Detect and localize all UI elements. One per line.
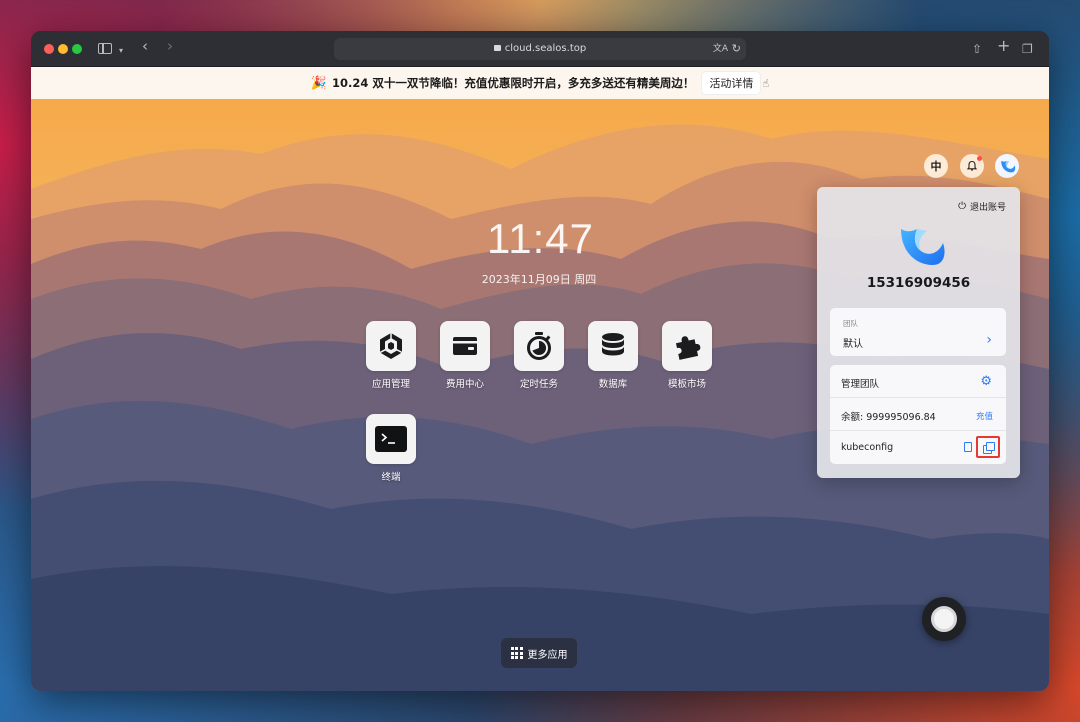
logout-label: 退出账号 xyxy=(969,203,1006,213)
database-tile[interactable] xyxy=(588,321,638,371)
party-icon: 🎉 xyxy=(310,75,328,91)
sidebar-toggle-icon[interactable] xyxy=(98,43,112,54)
maximize-window-button[interactable] xyxy=(72,44,82,54)
click-cursor-icon: ☝ xyxy=(762,76,770,90)
app-scheduled-tasks[interactable]: 定时任务 xyxy=(504,321,574,390)
minimize-window-button[interactable] xyxy=(58,44,68,54)
more-apps-label: 更多应用 xyxy=(527,649,568,661)
balance-text: 余额: 999995096.84 xyxy=(841,412,936,423)
account-phone: 15316909456 xyxy=(866,275,971,291)
chevron-right-icon: › xyxy=(986,332,992,348)
app-manage-icon xyxy=(379,333,403,359)
manage-team-label: 管理团队 xyxy=(841,379,880,390)
back-icon[interactable]: ‹ xyxy=(142,39,148,54)
power-icon: ⏻ xyxy=(958,201,966,212)
notification-button[interactable] xyxy=(960,154,984,178)
team-caption: 团队 xyxy=(843,319,858,328)
app-label: 模板市场 xyxy=(667,379,706,390)
grid-icon xyxy=(510,647,523,659)
app-label: 定时任务 xyxy=(519,379,558,390)
copy-kubeconfig-button[interactable] xyxy=(976,436,1000,458)
balance-row: 余额: 999995096.84 充值 xyxy=(830,398,1006,431)
billing-center-tile[interactable] xyxy=(440,321,490,371)
app-label: 数据库 xyxy=(598,379,628,390)
browser-window: ▾ ‹ › cloud.sealos.top 文A ↻ ⇧ + ❐ 🎉 10.2… xyxy=(31,31,1049,691)
chevron-down-icon[interactable]: ▾ xyxy=(119,44,123,58)
kubeconfig-label: kubeconfig xyxy=(841,442,894,453)
timer-icon xyxy=(527,332,551,360)
gear-icon[interactable]: ⚙ xyxy=(980,374,992,389)
app-terminal[interactable]: 终端 xyxy=(356,414,426,483)
account-info-card: 管理团队 ⚙ 余额: 999995096.84 充值 kubeconfig xyxy=(830,365,1006,464)
app-app-management[interactable]: 应用管理 xyxy=(356,321,426,390)
app-database[interactable]: 数据库 xyxy=(578,321,648,390)
template-market-tile[interactable] xyxy=(662,321,712,371)
puzzle-icon xyxy=(675,336,701,360)
database-icon xyxy=(602,333,624,356)
app-label: 费用中心 xyxy=(445,379,484,390)
user-avatar-button[interactable] xyxy=(995,154,1019,178)
app-management-tile[interactable] xyxy=(366,321,416,371)
activity-details-button[interactable]: 活动详情 xyxy=(702,72,761,94)
desktop-date: 2023年11月09日 周四 xyxy=(481,273,597,286)
more-apps-button[interactable]: 更多应用 xyxy=(501,638,577,668)
reload-icon[interactable]: ↻ xyxy=(732,38,741,60)
bell-icon xyxy=(966,160,978,171)
app-label: 应用管理 xyxy=(371,379,410,390)
promo-text: 10.24 双十一双节降临！充值优惠限时开启，多充多送还有精美周边！ xyxy=(332,76,695,90)
forward-icon[interactable]: › xyxy=(167,39,173,54)
lock-icon xyxy=(493,45,501,51)
address-bar[interactable]: cloud.sealos.top 文A ↻ xyxy=(334,38,746,60)
desktop: 中 11:47 2023年11月09日 周四 应用管理 费用中心 定时任务 数据… xyxy=(31,99,1049,691)
app-billing-center[interactable]: 费用中心 xyxy=(430,321,500,390)
share-icon[interactable]: ⇧ xyxy=(972,42,982,56)
new-tab-icon[interactable]: + xyxy=(997,38,1010,54)
promo-banner: 🎉 10.24 双十一双节降临！充值优惠限时开启，多充多送还有精美周边！ 活动详… xyxy=(31,67,1049,99)
user-avatar xyxy=(901,229,945,265)
language-switch-button[interactable]: 中 xyxy=(924,154,948,178)
desktop-clock: 11:47 xyxy=(487,215,594,262)
team-value: 默认 xyxy=(843,339,863,350)
kubeconfig-row: kubeconfig xyxy=(830,431,1006,464)
browser-titlebar: ▾ ‹ › cloud.sealos.top 文A ↻ ⇧ + ❐ xyxy=(31,31,1049,67)
logout-button[interactable]: ⏻ 退出账号 xyxy=(958,200,1006,213)
recharge-button[interactable]: 充值 xyxy=(976,410,993,422)
close-window-button[interactable] xyxy=(44,44,54,54)
manage-team-row[interactable]: 管理团队 ⚙ xyxy=(830,365,1006,398)
translate-icon[interactable]: 文A xyxy=(713,38,728,60)
url-text: cloud.sealos.top xyxy=(504,43,587,54)
tabs-overview-icon[interactable]: ❐ xyxy=(1022,42,1033,56)
copy-icon xyxy=(983,442,995,454)
terminal-tile[interactable] xyxy=(366,414,416,464)
sealos-logo-icon xyxy=(1001,160,1016,173)
notification-dot xyxy=(977,156,982,161)
app-label: 终端 xyxy=(381,472,401,483)
assistive-touch-button[interactable] xyxy=(922,597,966,641)
app-template-market[interactable]: 模板市场 xyxy=(652,321,722,390)
terminal-icon xyxy=(375,426,407,452)
account-panel: ⏻ 退出账号 15316909456 团队 默认 › 管理团队 ⚙ 余额: 99… xyxy=(817,187,1020,478)
scheduled-tasks-tile[interactable] xyxy=(514,321,564,371)
team-selector[interactable]: 团队 默认 › xyxy=(830,308,1006,356)
wallet-icon xyxy=(453,337,477,355)
download-icon[interactable] xyxy=(964,442,972,452)
